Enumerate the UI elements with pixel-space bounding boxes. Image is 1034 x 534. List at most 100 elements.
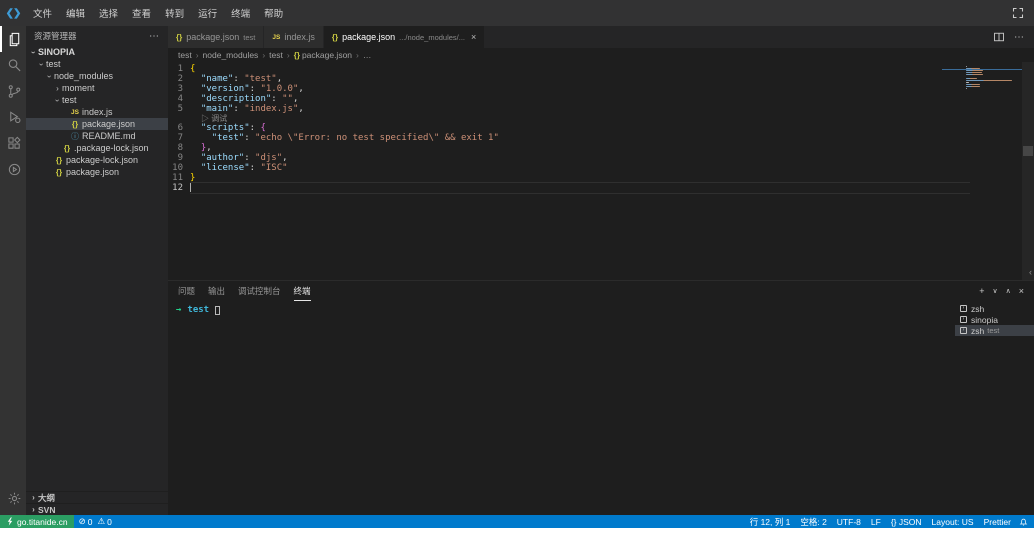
panel-tab[interactable]: 输出	[208, 281, 225, 301]
tree-item[interactable]: ›SINOPIA	[26, 46, 168, 58]
tree-item[interactable]: ›{}package.json	[26, 118, 168, 130]
json-file-icon: {}	[176, 33, 182, 42]
minimap[interactable]	[966, 65, 1020, 92]
maximize-panel-icon[interactable]: ∧	[1006, 287, 1011, 295]
code-token: ,	[282, 153, 287, 163]
sidebar-section-SVN[interactable]: ›SVN	[26, 503, 168, 515]
panel-tab[interactable]: 问题	[178, 281, 195, 301]
tree-item[interactable]: ›test	[26, 94, 168, 106]
line-content: "description": "",	[190, 94, 298, 104]
status-item[interactable]: 行 12, 列 1	[745, 516, 796, 528]
code-line: 7 "test": "echo \"Error: no test specifi…	[168, 133, 1034, 143]
terminal-list-item[interactable]: ›zshtest	[955, 325, 1034, 336]
debug-codelens[interactable]: ▷ 调试	[190, 114, 227, 123]
close-icon[interactable]: ×	[471, 32, 476, 42]
tree-item-label: test	[46, 59, 61, 69]
status-item[interactable]: Prettier	[979, 517, 1016, 527]
source-control-icon[interactable]	[0, 78, 26, 104]
editor-scrollbar[interactable]	[1022, 62, 1034, 280]
code-token	[190, 104, 201, 114]
tree-item[interactable]: ›{}package.json	[26, 166, 168, 178]
breadcrumb-item[interactable]: test	[269, 50, 283, 60]
tree-item[interactable]: ›{}.package-lock.json	[26, 142, 168, 154]
tab-label: package.json	[186, 32, 239, 42]
code-editor[interactable]: 1{2 "name": "test",3 "version": "1.0.0",…	[168, 62, 1034, 280]
status-item[interactable]: {} JSON	[886, 517, 927, 527]
code-token: "1.0.0"	[260, 84, 298, 94]
problems-status[interactable]: ⊘ 0 ⚠ 0	[74, 516, 117, 527]
terminal-dropdown-icon[interactable]: ∨	[992, 287, 997, 295]
code-token	[190, 143, 201, 153]
prompt-arrow: →	[176, 305, 181, 315]
code-token: ,	[206, 143, 211, 153]
panel-tabs: 问题输出调试控制台终端	[178, 281, 324, 301]
code-token: "ISC"	[260, 163, 287, 173]
menu-item[interactable]: 运行	[191, 0, 224, 26]
run-tool-icon[interactable]	[0, 156, 26, 182]
breadcrumb-label: package.json	[302, 50, 352, 60]
fullscreen-icon[interactable]	[1012, 7, 1024, 19]
menu-item[interactable]: 编辑	[59, 0, 92, 26]
breadcrumb-item[interactable]: node_modules	[203, 50, 259, 60]
chevron-left-icon[interactable]: ‹	[1029, 268, 1032, 277]
menu-item[interactable]: 选择	[92, 0, 125, 26]
menu-item[interactable]: 文件	[26, 0, 59, 26]
notifications-bell-icon[interactable]	[1019, 517, 1028, 527]
code-token: {	[190, 64, 195, 74]
status-item[interactable]: Layout: US	[927, 517, 979, 527]
code-token: :	[233, 74, 244, 84]
menu-item[interactable]: 转到	[158, 0, 191, 26]
close-panel-icon[interactable]: ×	[1019, 286, 1024, 296]
editor-tab[interactable]: {}package.jsontest	[168, 26, 263, 48]
editor-tab[interactable]: {}package.json.../node_modules/...×	[324, 26, 484, 48]
menu-item[interactable]: 帮助	[257, 0, 290, 26]
tree-item[interactable]: ›moment	[26, 82, 168, 94]
sidebar-section-大纲[interactable]: ›大纲	[26, 491, 168, 503]
chevron-down-icon: ›	[29, 48, 38, 57]
editor-tab[interactable]: JSindex.js	[264, 26, 322, 48]
split-editor-icon[interactable]	[993, 31, 1005, 43]
json-file-icon: {}	[54, 156, 64, 165]
status-item[interactable]: UTF-8	[832, 517, 866, 527]
remote-indicator[interactable]: go.titanide.cn	[0, 515, 74, 528]
status-item[interactable]: 空格: 2	[795, 516, 831, 528]
run-debug-icon[interactable]	[0, 104, 26, 130]
menu-item[interactable]: 查看	[125, 0, 158, 26]
line-number: 12	[168, 183, 190, 193]
code-token: }	[190, 173, 195, 183]
code-token: "author"	[201, 153, 244, 163]
warning-icon: ⚠	[97, 516, 105, 527]
settings-gear-icon[interactable]	[0, 485, 26, 511]
extensions-icon[interactable]	[0, 130, 26, 156]
code-line: 1{	[168, 64, 1034, 74]
search-icon[interactable]	[0, 52, 26, 78]
tree-item[interactable]: ›test	[26, 58, 168, 70]
terminal-output[interactable]: → test	[168, 301, 955, 515]
terminal-list-item[interactable]: ›zsh	[955, 303, 1034, 314]
tree-item[interactable]: ›JSindex.js	[26, 106, 168, 118]
menu-item[interactable]: 终端	[224, 0, 257, 26]
terminal-list-item[interactable]: ›sinopia	[955, 314, 1034, 325]
code-token: "test"	[212, 133, 245, 143]
breadcrumb-item[interactable]: test	[178, 50, 192, 60]
new-terminal-icon[interactable]: +	[979, 286, 984, 296]
panel-tab[interactable]: 调试控制台	[238, 281, 281, 301]
code-token	[190, 74, 201, 84]
scrollbar-thumb[interactable]	[1023, 146, 1033, 156]
app-logo-icon: ❮❯	[0, 8, 26, 19]
tree-item[interactable]: ›ⓘREADME.md	[26, 130, 168, 142]
code-token: ""	[282, 94, 293, 104]
breadcrumb-item[interactable]: …	[363, 50, 372, 60]
code-token: {	[260, 123, 265, 133]
line-number: 7	[168, 133, 190, 143]
vscode-window: ❮❯ 文件编辑选择查看转到运行终端帮助	[0, 0, 1034, 528]
line-number: 2	[168, 74, 190, 84]
status-item[interactable]: LF	[866, 517, 886, 527]
tree-item[interactable]: ›node_modules	[26, 70, 168, 82]
panel-tab[interactable]: 终端	[294, 281, 311, 301]
breadcrumb-item[interactable]: {}package.json	[294, 50, 352, 60]
explorer-icon[interactable]	[0, 26, 26, 52]
tree-item[interactable]: ›{}package-lock.json	[26, 154, 168, 166]
sidebar-more-actions-icon[interactable]: ⋯	[149, 31, 160, 42]
tab-more-actions-icon[interactable]: ⋯	[1014, 32, 1025, 43]
